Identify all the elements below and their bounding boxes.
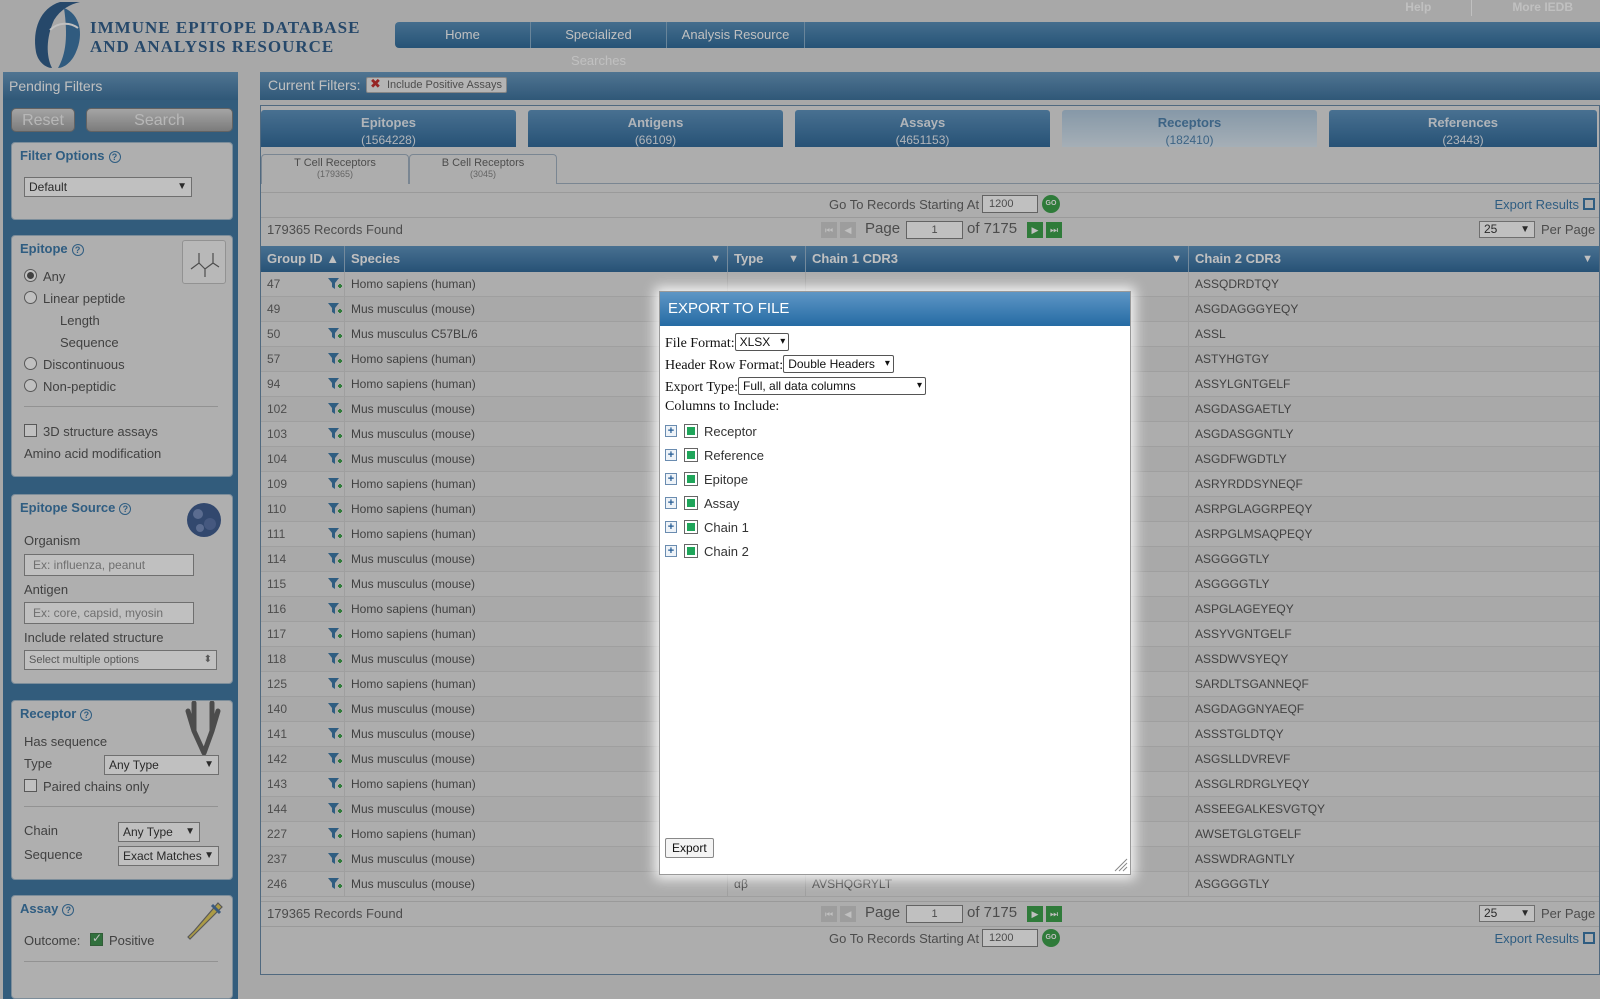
export-dialog: EXPORT TO FILE File Format: XLSX ▾ Header … bbox=[659, 291, 1131, 875]
export-type-label: Export Type: bbox=[665, 380, 739, 395]
file-format-row: File Format: XLSX ▾ bbox=[665, 333, 790, 352]
column-group-chain-2: + Chain 2 bbox=[665, 543, 965, 561]
app: IMMUNE EPITOPE DATABASE AND ANALYSIS RES… bbox=[0, 0, 1600, 999]
expand-icon[interactable]: + bbox=[665, 425, 677, 437]
export-type-row: Export Type: Full, all data columns ▾ bbox=[665, 377, 927, 396]
header-row-format-select[interactable]: Double Headers ▾ bbox=[783, 355, 894, 373]
chevron-down-icon: ▾ bbox=[780, 336, 786, 347]
column-group-epitope: + Epitope bbox=[665, 471, 965, 489]
column-group-label: Assay bbox=[704, 496, 740, 511]
column-group-reference: + Reference bbox=[665, 447, 965, 465]
column-group-label: Epitope bbox=[704, 472, 749, 487]
column-checkbox[interactable] bbox=[684, 520, 698, 534]
column-checkbox[interactable] bbox=[684, 424, 698, 438]
column-checkbox[interactable] bbox=[684, 496, 698, 510]
file-format-value: XLSX bbox=[739, 335, 771, 349]
export-type-value: Full, all data columns bbox=[743, 379, 856, 393]
column-checkbox[interactable] bbox=[684, 448, 698, 462]
column-group-label: Chain 2 bbox=[704, 544, 749, 559]
column-group-assay: + Assay bbox=[665, 495, 965, 513]
header-row-format-value: Double Headers bbox=[788, 357, 875, 371]
column-group-chain-1: + Chain 1 bbox=[665, 519, 965, 537]
expand-icon[interactable]: + bbox=[665, 497, 677, 509]
export-type-select[interactable]: Full, all data columns ▾ bbox=[738, 377, 927, 395]
chevron-down-icon: ▾ bbox=[884, 358, 890, 369]
export-button[interactable]: Export bbox=[665, 838, 714, 858]
column-checkbox[interactable] bbox=[684, 544, 698, 558]
column-group-label: Reference bbox=[704, 448, 764, 463]
file-format-label: File Format: bbox=[665, 336, 735, 351]
resize-handle-icon[interactable] bbox=[1112, 856, 1128, 872]
column-group-receptor: + Receptor bbox=[665, 423, 965, 441]
header-row-format-label: Header Row Format: bbox=[665, 358, 784, 373]
expand-icon[interactable]: + bbox=[665, 449, 677, 461]
expand-icon[interactable]: + bbox=[665, 545, 677, 557]
header-row-format-row: Header Row Format: Double Headers ▾ bbox=[665, 355, 894, 374]
chevron-down-icon: ▾ bbox=[917, 380, 923, 391]
expand-icon[interactable]: + bbox=[665, 473, 677, 485]
file-format-select[interactable]: XLSX ▾ bbox=[734, 333, 790, 351]
column-checkbox[interactable] bbox=[684, 472, 698, 486]
expand-icon[interactable]: + bbox=[665, 521, 677, 533]
column-group-label: Chain 1 bbox=[704, 520, 749, 535]
column-group-label: Receptor bbox=[704, 424, 757, 439]
export-dialog-title: EXPORT TO FILE bbox=[660, 292, 1130, 326]
columns-to-include-label: Columns to Include: bbox=[665, 399, 780, 414]
